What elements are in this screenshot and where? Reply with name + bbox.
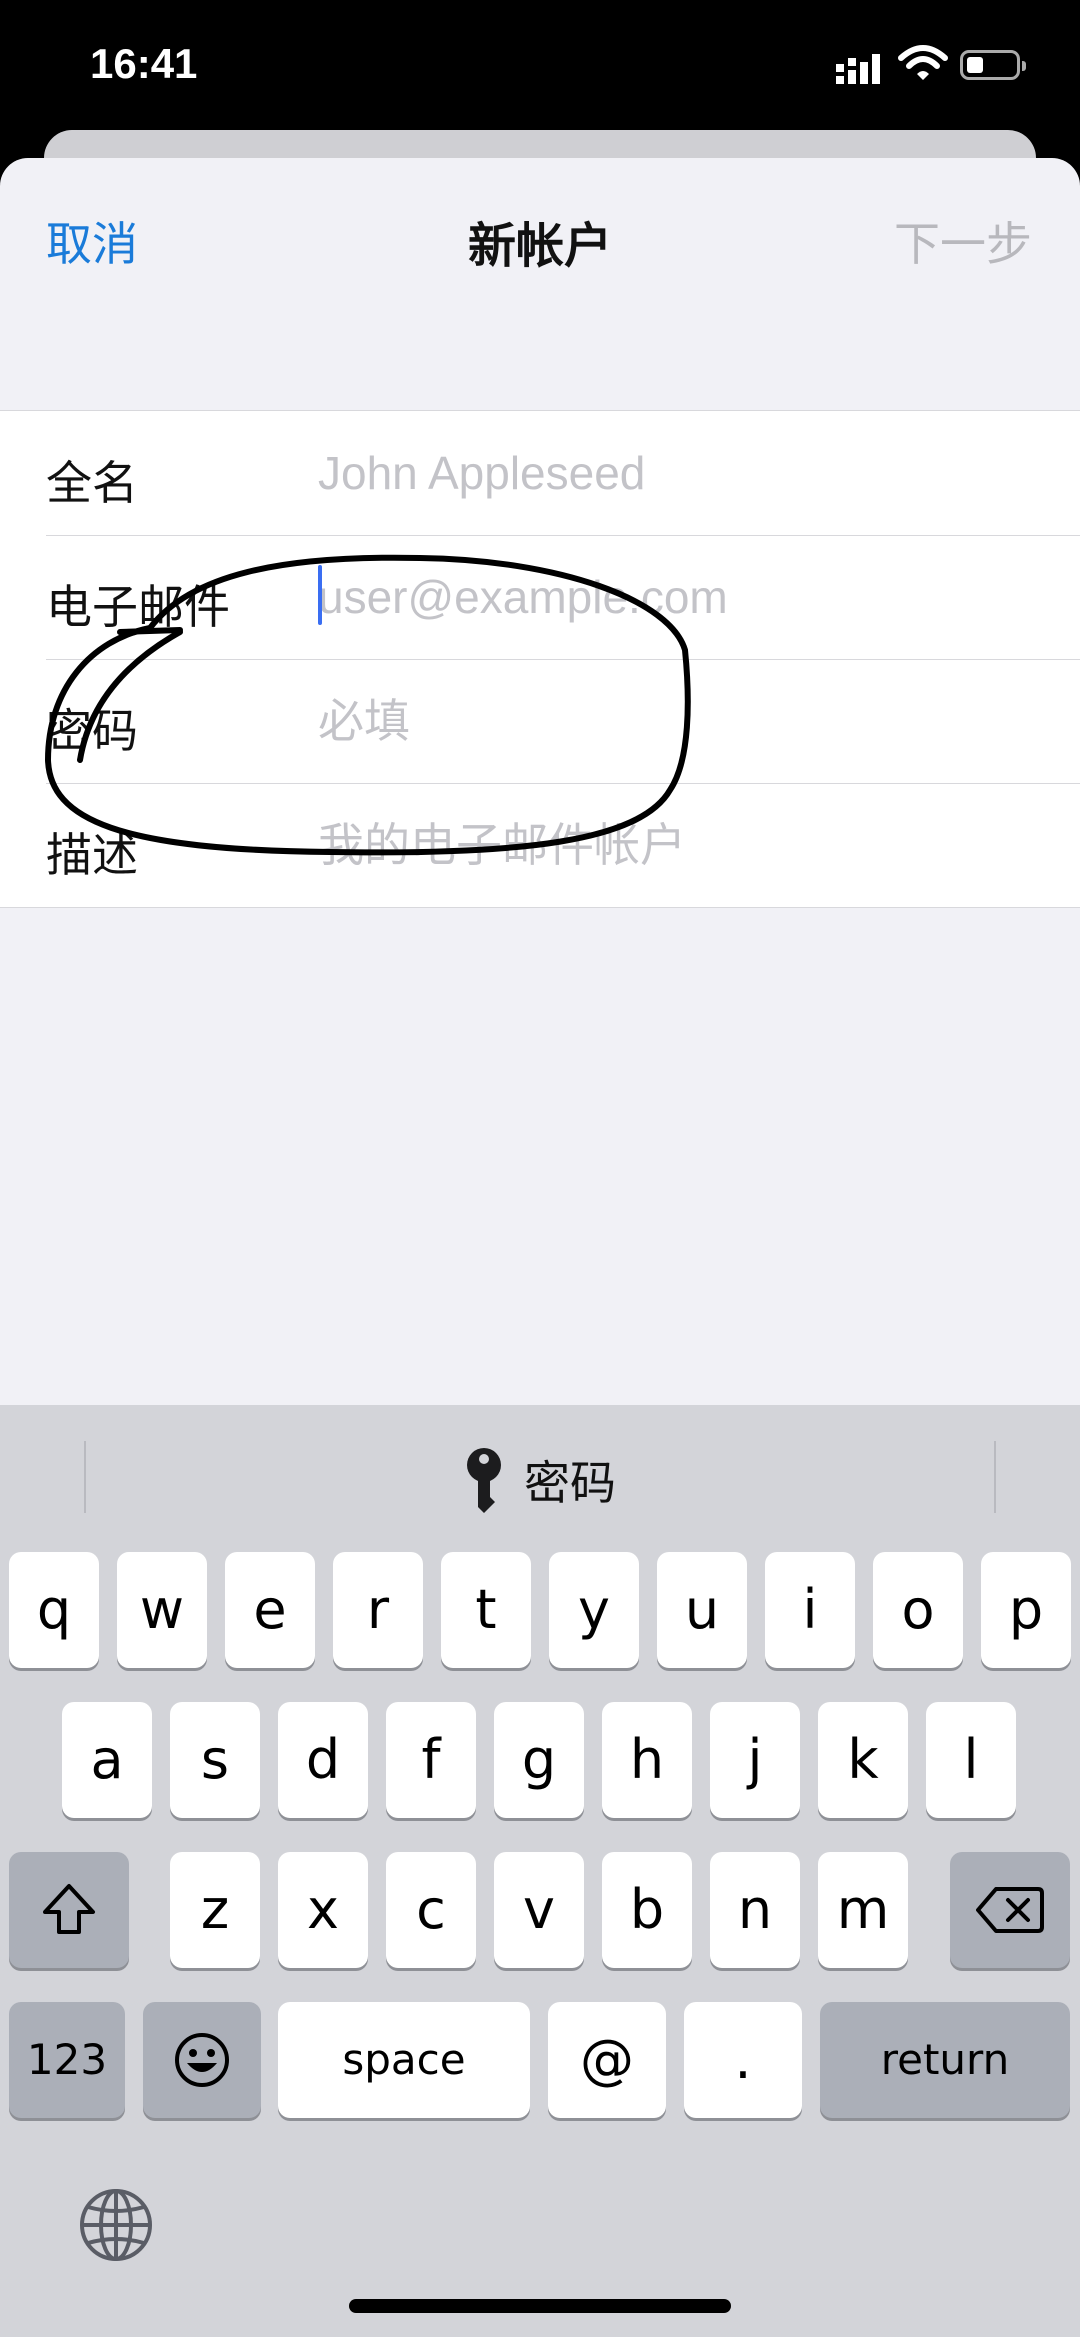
- battery-icon: [960, 50, 1026, 80]
- form-row-description: 描述: [0, 783, 1080, 907]
- delete-icon: [976, 1887, 1044, 1933]
- password-suggestion[interactable]: 密码: [0, 1447, 1080, 1513]
- form-row-password: 密码: [0, 659, 1080, 783]
- quicktype-bar: 密码: [0, 1405, 1080, 1545]
- key-letter[interactable]: y: [549, 1552, 639, 1668]
- text-cursor: [318, 565, 322, 625]
- key-icon: [467, 1448, 501, 1513]
- next-button[interactable]: 下一步: [894, 208, 1032, 274]
- emoji-key[interactable]: [143, 2002, 261, 2118]
- key-letter[interactable]: i: [765, 1552, 855, 1668]
- keyboard: 密码 qwertyuiop asdfghjkl zxcvbnm 123 spac…: [0, 1405, 1080, 2337]
- key-letter[interactable]: o: [873, 1552, 963, 1668]
- key-letter[interactable]: m: [818, 1852, 908, 1968]
- status-time: 16:41: [90, 40, 198, 87]
- key-letter[interactable]: j: [710, 1702, 800, 1818]
- password-suggestion-label: 密码: [524, 1456, 616, 1510]
- key-letter[interactable]: n: [710, 1852, 800, 1968]
- key-letter[interactable]: g: [494, 1702, 584, 1818]
- return-key[interactable]: return: [820, 2002, 1070, 2118]
- space-key[interactable]: space: [278, 2002, 530, 2118]
- shift-key[interactable]: [9, 1852, 129, 1968]
- numbers-key[interactable]: 123: [9, 2002, 125, 2118]
- key-letter[interactable]: e: [225, 1552, 315, 1668]
- key-letter[interactable]: h: [602, 1702, 692, 1818]
- key-letter[interactable]: u: [657, 1552, 747, 1668]
- key-letter[interactable]: t: [441, 1552, 531, 1668]
- key-letter[interactable]: l: [926, 1702, 1016, 1818]
- description-field[interactable]: [318, 813, 1038, 877]
- shift-icon: [43, 1884, 95, 1934]
- key-letter[interactable]: f: [386, 1702, 476, 1818]
- key-letter[interactable]: b: [602, 1852, 692, 1968]
- email-label: 电子邮件: [46, 580, 230, 634]
- email-field[interactable]: [318, 565, 1038, 629]
- password-field[interactable]: [318, 689, 1038, 753]
- description-label: 描述: [46, 828, 138, 882]
- key-letter[interactable]: w: [117, 1552, 207, 1668]
- signal-icon: [836, 54, 880, 84]
- wifi-icon: [898, 45, 948, 80]
- key-letter[interactable]: z: [170, 1852, 260, 1968]
- at-key[interactable]: @: [548, 2002, 666, 2118]
- key-letter[interactable]: d: [278, 1702, 368, 1818]
- key-letter[interactable]: q: [9, 1552, 99, 1668]
- form-row-email: 电子邮件: [0, 535, 1080, 659]
- key-letter[interactable]: p: [981, 1552, 1071, 1668]
- key-letter[interactable]: x: [278, 1852, 368, 1968]
- name-field[interactable]: [318, 441, 1038, 505]
- status-bar: 16:41: [0, 0, 1080, 140]
- key-letter[interactable]: v: [494, 1852, 584, 1968]
- period-key[interactable]: .: [684, 2002, 802, 2118]
- key-letter[interactable]: r: [333, 1552, 423, 1668]
- name-label: 全名: [46, 456, 138, 510]
- nav-bar: 取消 新帐户 下一步: [0, 158, 1080, 308]
- key-letter[interactable]: a: [62, 1702, 152, 1818]
- key-letter[interactable]: s: [170, 1702, 260, 1818]
- key-letter[interactable]: k: [818, 1702, 908, 1818]
- delete-key[interactable]: [950, 1852, 1070, 1968]
- password-label: 密码: [46, 704, 138, 758]
- account-form: 全名 电子邮件 密码 描述: [0, 410, 1080, 908]
- home-indicator: [349, 2299, 731, 2313]
- globe-icon[interactable]: [78, 2187, 154, 2263]
- emoji-icon: [175, 2033, 229, 2087]
- key-letter[interactable]: c: [386, 1852, 476, 1968]
- form-row-name: 全名: [0, 411, 1080, 535]
